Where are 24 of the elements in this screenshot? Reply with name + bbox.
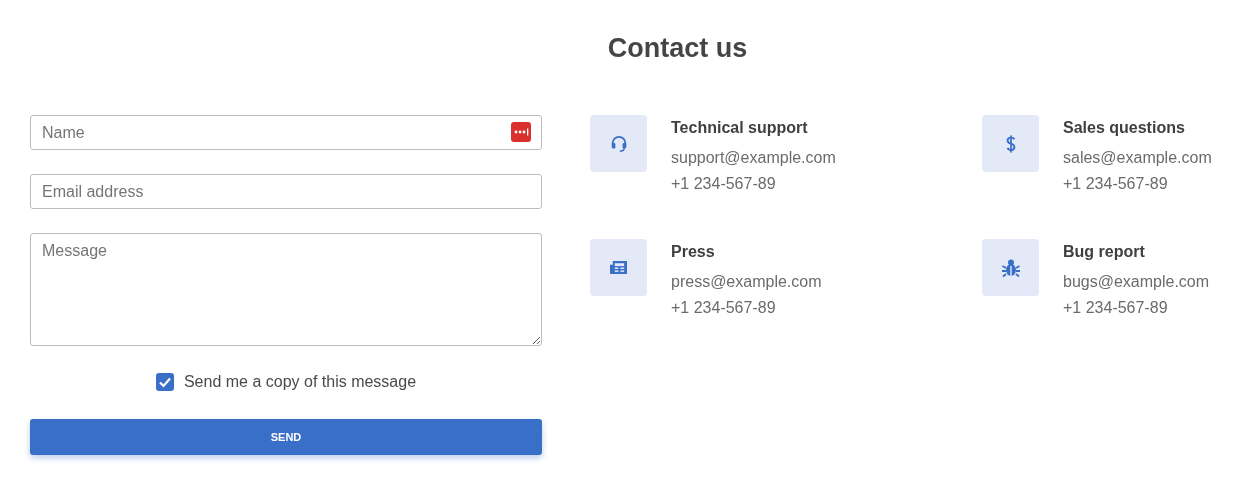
contact-title: Press: [671, 243, 716, 261]
contact-phone: +1 234-567-89: [671, 174, 777, 194]
contact-email: support@example.com: [671, 148, 836, 168]
contact-title: Bug report: [1063, 243, 1146, 261]
checkbox[interactable]: [155, 373, 174, 391]
input-field[interactable]: Email address: [30, 174, 542, 209]
checkbox-label: Send me a copy of this message: [183, 373, 417, 391]
contact-phone: +1 234-567-89: [1063, 298, 1169, 318]
contact-email: press@example.com: [671, 272, 822, 292]
message-field[interactable]: Message: [30, 233, 542, 346]
input-field[interactable]: Name: [30, 115, 542, 150]
headset-icon: [609, 134, 628, 153]
password-manager-icon[interactable]: [511, 122, 531, 142]
bug-icon: [1000, 257, 1021, 278]
newspaper-icon: [609, 259, 628, 276]
contact-phone: +1 234-567-89: [1063, 174, 1169, 194]
send-button[interactable]: SEND: [30, 419, 542, 455]
contact-phone: +1 234-567-89: [671, 298, 777, 318]
page-title: Contact us: [606, 32, 749, 65]
contact-title: Sales questions: [1063, 119, 1186, 137]
contact-title: Technical support: [671, 119, 809, 137]
dollar-icon: [1004, 133, 1017, 154]
contact-email: sales@example.com: [1063, 148, 1212, 168]
contact-email: bugs@example.com: [1063, 272, 1210, 292]
